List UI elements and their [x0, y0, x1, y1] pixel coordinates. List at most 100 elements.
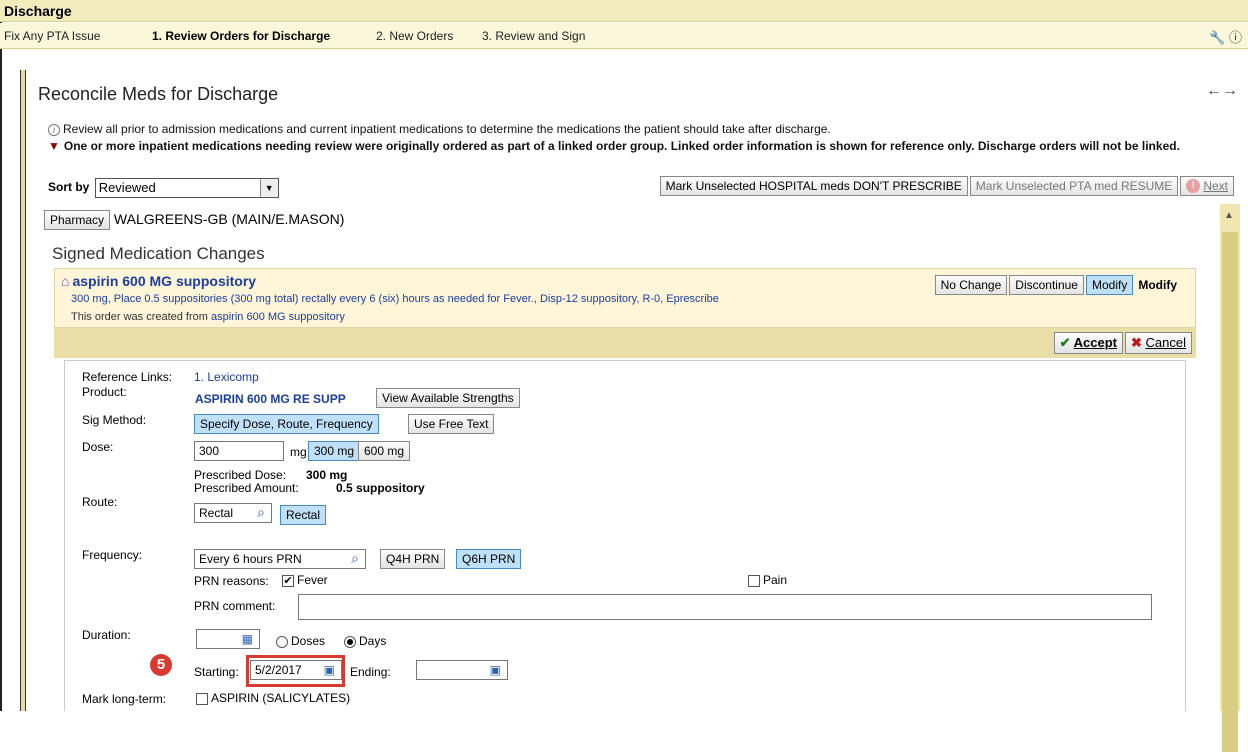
info-icon: i — [48, 124, 60, 136]
signed-changes-title: Signed Medication Changes — [52, 244, 265, 263]
route-rectal-button[interactable]: Rectal — [280, 505, 327, 525]
med-name-row[interactable]: ⌂ aspirin 600 MG suppository — [61, 273, 256, 289]
duration-input[interactable]: ▦ — [196, 629, 260, 649]
prn-pain-option[interactable]: Pain — [748, 573, 787, 587]
accept-label: Accept — [1073, 335, 1117, 350]
order-form — [64, 360, 1186, 711]
cancel-button[interactable]: ✖ Cancel — [1125, 332, 1192, 354]
view-strengths-button[interactable]: View Available Strengths — [376, 388, 520, 408]
q6h-prn-button[interactable]: Q6H PRN — [456, 549, 522, 569]
dose-unit: mg — [290, 445, 307, 459]
nav-new-orders[interactable]: 2. New Orders — [376, 29, 453, 43]
free-text-button[interactable]: Use Free Text — [408, 414, 495, 434]
frequency-input[interactable]: Every 6 hours PRN ⌕ — [194, 549, 366, 569]
scroll-up-icon[interactable]: ▲ — [1224, 210, 1234, 221]
doses-option[interactable]: Doses — [276, 634, 325, 648]
window-title: Discharge — [4, 3, 72, 19]
nav-review-sign[interactable]: 3. Review and Sign — [482, 29, 585, 43]
route-input[interactable]: Rectal ⌕ — [194, 503, 272, 523]
checkbox-icon[interactable] — [196, 692, 208, 705]
next-button[interactable]: ! Next — [1180, 176, 1234, 196]
modify-button[interactable]: Modify — [1085, 275, 1134, 295]
radio-icon[interactable] — [276, 635, 288, 648]
route-value: Rectal — [199, 506, 234, 520]
med-description: 300 mg, Place 0.5 suppositories (300 mg … — [71, 293, 719, 305]
q4h-prn-button[interactable]: Q4H PRN — [380, 549, 446, 569]
pharmacy-row: Pharmacy WALGREENS-GB (MAIN/E.MASON) — [44, 210, 344, 230]
checkmark-icon: ✔ — [1059, 335, 1071, 350]
step-callout-badge: 5 — [150, 654, 172, 676]
nav-tools: 🔧 ⓘ — [1209, 27, 1242, 46]
product-name: ASPIRIN 600 MG RE SUPP — [195, 392, 346, 406]
search-icon[interactable]: ⌕ — [257, 504, 265, 521]
mark-pta-button[interactable]: Mark Unselected PTA med RESUME — [969, 176, 1179, 196]
starting-label: Starting: — [194, 665, 239, 679]
help-icon[interactable]: ⓘ — [1229, 30, 1242, 45]
prn-comment-input[interactable] — [298, 594, 1152, 620]
info-line-2: ▼ One or more inpatient medications needi… — [48, 139, 1238, 154]
sort-value: Reviewed — [98, 180, 156, 195]
dose-label: Dose: — [82, 440, 114, 454]
scroll-thumb[interactable] — [1222, 232, 1238, 752]
checkbox-checked-icon[interactable]: ✔ — [282, 574, 294, 587]
nav-fix-pta[interactable]: Fix Any PTA Issue — [4, 29, 100, 43]
expand-arrows-icon[interactable]: ←→ — [1206, 82, 1238, 100]
mark-hospital-button[interactable]: Mark Unselected HOSPITAL meds DON'T PRES… — [659, 176, 968, 196]
edit-toolbar: ✔ Accept ✖ Cancel — [54, 328, 1196, 358]
sort-select[interactable]: Reviewed ▼ — [94, 178, 279, 198]
ending-label: Ending: — [350, 665, 391, 679]
action-bar: Mark Unselected HOSPITAL meds DON'T PRES… — [659, 176, 1234, 196]
days-option[interactable]: Days — [344, 634, 386, 648]
prescribed-dose-value: 300 mg — [306, 468, 348, 482]
radio-selected-icon[interactable] — [344, 635, 356, 648]
med-source-link[interactable]: aspirin 600 MG suppository — [211, 311, 345, 323]
long-term-option[interactable]: ASPIRIN (SALICYLATES) — [196, 691, 350, 705]
long-term-option-label: ASPIRIN (SALICYLATES) — [211, 691, 351, 705]
no-change-button[interactable]: No Change — [934, 275, 1008, 295]
prescribed-amount-label: Prescribed Amount: — [194, 481, 299, 495]
prn-pain-label: Pain — [763, 573, 788, 587]
dose-300-button[interactable]: 300 mg — [308, 441, 361, 461]
duration-label: Duration: — [82, 628, 131, 642]
route-label: Route: — [82, 495, 118, 509]
accept-button[interactable]: ✔ Accept — [1053, 332, 1123, 354]
lexicomp-link[interactable]: 1. Lexicomp — [194, 370, 259, 384]
med-status: Modify — [1138, 278, 1177, 292]
ref-links-label: Reference Links: — [82, 370, 173, 384]
cancel-label: Cancel — [1145, 335, 1186, 350]
wrench-icon[interactable]: 🔧 — [1209, 30, 1225, 45]
ending-date-input[interactable]: ▣ — [416, 660, 508, 680]
long-term-label: Mark long-term: — [82, 692, 167, 706]
callout-highlight-box — [246, 655, 345, 687]
frequency-label: Frequency: — [82, 548, 143, 562]
search-icon[interactable]: ⌕ — [351, 550, 359, 567]
prn-fever-option[interactable]: ✔ Fever — [282, 573, 328, 587]
stop-icon: ! — [1186, 179, 1201, 193]
checkbox-icon[interactable] — [748, 574, 760, 587]
flag-icon: ▼ — [48, 139, 60, 153]
specify-dose-button[interactable]: Specify Dose, Route, Frequency — [194, 414, 379, 434]
frequency-value: Every 6 hours PRN — [199, 552, 302, 566]
calendar-icon[interactable]: ▣ — [490, 663, 501, 677]
prescribed-amount-value: 0.5 suppository — [336, 481, 425, 495]
sig-method-label: Sig Method: — [82, 413, 147, 427]
dose-input[interactable]: 300 — [194, 441, 284, 461]
days-label: Days — [359, 634, 387, 648]
edit-actions: ✔ Accept ✖ Cancel — [1053, 332, 1192, 354]
nav-review-orders[interactable]: 1. Review Orders for Discharge — [152, 29, 330, 43]
vertical-scrollbar[interactable]: ▲ — [1220, 204, 1240, 752]
prn-reasons-label: PRN reasons: — [194, 574, 269, 588]
prn-fever-label: Fever — [297, 573, 328, 587]
discontinue-button[interactable]: Discontinue — [1009, 275, 1084, 295]
dose-600-button[interactable]: 600 mg — [358, 441, 411, 461]
info-text-2: One or more inpatient medications needin… — [63, 139, 1180, 153]
med-card: ⌂ aspirin 600 MG suppository 300 mg, Plac… — [54, 268, 1196, 328]
workflow-nav: Fix Any PTA Issue 1. Review Orders for D… — [0, 23, 1248, 49]
calculator-icon[interactable]: ▦ — [242, 632, 253, 646]
chevron-down-icon[interactable]: ▼ — [259, 179, 278, 197]
next-label: Next — [1203, 179, 1228, 193]
info-text-1: Review all prior to admission medication… — [63, 122, 831, 136]
med-source-prefix: This order was created from — [71, 311, 208, 323]
pharmacy-name: WALGREENS-GB (MAIN/E.MASON) — [113, 211, 345, 227]
pharmacy-button[interactable]: Pharmacy — [44, 210, 111, 230]
